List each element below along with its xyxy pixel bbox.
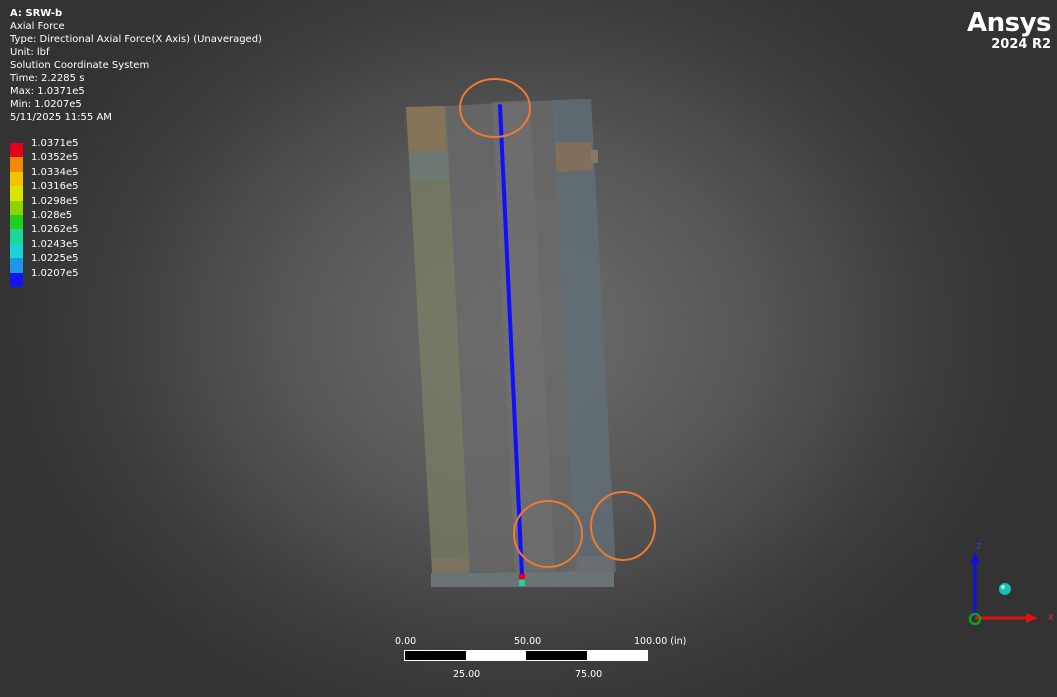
z-axis-arrow <box>970 552 980 564</box>
legend-swatch <box>10 258 23 273</box>
result-max: Max: 1.0371e5 <box>10 86 85 97</box>
legend-swatch <box>10 214 23 230</box>
beam-bottom-marker <box>519 580 525 586</box>
model-title: A: SRW-b <box>10 8 63 19</box>
scale-bar-segment <box>526 651 587 660</box>
scale-bar-segment <box>405 651 466 660</box>
left-slab-top-patch <box>406 106 446 152</box>
result-name: Axial Force <box>10 21 65 32</box>
result-info: A: SRW-b Axial Force Type: Directional A… <box>10 7 262 124</box>
scale-label-25: 25.00 <box>453 669 481 680</box>
legend-swatch <box>10 243 23 259</box>
legend-label: 1.0225e5 <box>31 253 79 265</box>
coordinate-triad[interactable]: Z X <box>962 540 1057 630</box>
legend-label: 1.0298e5 <box>31 195 79 207</box>
legend-swatch <box>10 272 23 287</box>
scale-label-50: 50.00 <box>514 636 542 647</box>
legend-swatch <box>10 200 23 215</box>
isometric-view-ball[interactable] <box>999 583 1011 595</box>
beam-bottom-max-marker <box>519 574 525 579</box>
x-axis-label: X <box>1048 613 1054 622</box>
coordinate-system: Solution Coordinate System <box>10 60 150 71</box>
legend-label: 1.0207e5 <box>31 267 79 279</box>
legend-label: 1.0334e5 <box>31 166 79 178</box>
legend-swatch <box>10 157 23 172</box>
x-axis-arrow <box>1026 613 1038 623</box>
scale-label-0: 0.00 <box>395 636 417 647</box>
scale-label-100: 100.00 (in) <box>634 636 687 647</box>
isometric-view-ball-highlight <box>1001 585 1005 589</box>
legend-label: 1.028e5 <box>31 209 73 221</box>
right-slab-patch <box>555 142 593 172</box>
legend-swatch <box>10 171 23 187</box>
right-slab-bottom-patch <box>578 556 614 572</box>
legend-label: 1.0243e5 <box>31 238 79 250</box>
legend-label: 1.0352e5 <box>31 152 79 164</box>
result-type: Type: Directional Axial Force(X Axis) (U… <box>10 34 262 45</box>
left-slab-band <box>409 150 448 182</box>
brand-name: Ansys <box>966 8 1052 38</box>
version-label: 2024 R2 <box>991 37 1051 52</box>
result-datetime: 5/11/2025 11:55 AM <box>10 112 112 123</box>
result-time: Time: 2.2285 s <box>10 73 85 84</box>
scale-label-75: 75.00 <box>575 669 603 680</box>
legend-label: 1.0371e5 <box>31 138 79 149</box>
result-unit: Unit: lbf <box>10 47 50 58</box>
z-axis-label: Z <box>976 542 982 551</box>
legend-swatch <box>10 143 23 158</box>
legend-label: 1.0316e5 <box>31 181 79 193</box>
scale-bar <box>404 650 648 661</box>
right-slab-tab <box>591 150 598 163</box>
ansys-logo: Ansys 2024 R2 <box>966 8 1052 52</box>
left-slab-bottom-patch <box>432 558 470 575</box>
result-min: Min: 1.0207e5 <box>10 99 82 110</box>
legend-swatch <box>10 229 23 244</box>
legend-swatch <box>10 186 23 201</box>
legend-label: 1.0262e5 <box>31 224 79 236</box>
